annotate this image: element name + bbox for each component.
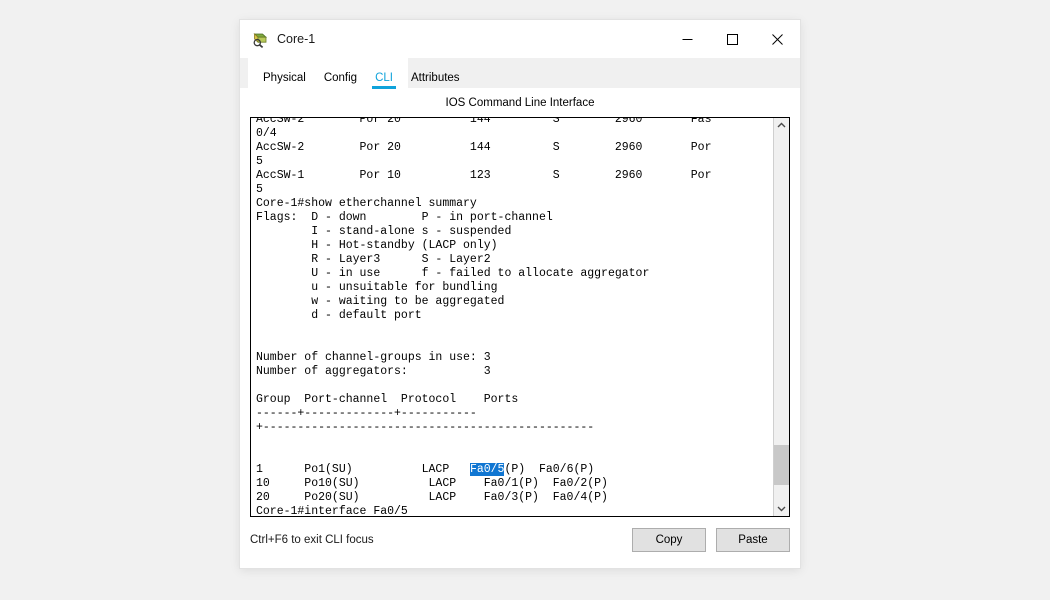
window-title: Core-1 [277, 32, 316, 46]
cli-terminal-panel: AccSW-2 Por 20 144 S 2960 Fas 0/4 AccSW-2 … [250, 117, 790, 517]
window-controls [665, 20, 800, 58]
tab-config[interactable]: Config [315, 72, 366, 89]
terminal-line: AccSW-2 Por 20 144 S 2960 Por [256, 141, 712, 154]
terminal-line: AccSW-1 Por 10 123 S 2960 Por [256, 169, 712, 182]
terminal-line: u - unsuitable for bundling [256, 281, 498, 294]
terminal-line: +---------------------------------------… [256, 421, 595, 434]
terminal-line: Number of channel-groups in use: 3 [256, 351, 491, 364]
terminal-scrollbar[interactable] [773, 118, 789, 516]
scrollbar-thumb[interactable] [774, 445, 789, 485]
terminal-line: 20 Po20(SU) LACP Fa0/3(P) Fa0/4(P) [256, 491, 608, 504]
copy-button[interactable]: Copy [632, 528, 706, 552]
cli-footer: Ctrl+F6 to exit CLI focus Copy Paste [250, 517, 790, 565]
terminal-line: ------+-------------+----------- [256, 407, 477, 420]
terminal-line: Flags: D - down P - in port-channel [256, 211, 553, 224]
scroll-up-icon[interactable] [774, 118, 789, 133]
minimize-button[interactable] [665, 20, 710, 58]
terminal-line: w - waiting to be aggregated [256, 295, 505, 308]
tab-attributes[interactable]: Attributes [402, 72, 469, 89]
selected-text[interactable]: Fa0/5 [469, 463, 505, 476]
tab-physical[interactable]: Physical [254, 72, 315, 89]
scroll-down-icon[interactable] [774, 501, 789, 516]
tab-cli[interactable]: CLI [366, 72, 402, 89]
window-title-group: Core-1 [240, 31, 315, 48]
terminal-line: Number of aggregators: 3 [256, 365, 491, 378]
terminal-line: I - stand-alone s - suspended [256, 225, 512, 238]
terminal-line: 1 Po1(SU) LACP Fa0/5(P) Fa0/6(P) [256, 463, 595, 476]
paste-button[interactable]: Paste [716, 528, 790, 552]
terminal-line: 5 [256, 183, 263, 196]
tab-strip-background: Physical Config CLI Attributes [240, 58, 800, 89]
scrollbar-track[interactable] [774, 133, 789, 501]
maximize-button[interactable] [710, 20, 755, 58]
terminal-line: AccSW-2 Por 20 144 S 2960 Fas [256, 118, 712, 126]
window-title-bar: Core-1 [240, 20, 800, 58]
switch-device-icon [252, 31, 269, 48]
terminal-line: U - in use f - failed to allocate aggreg… [256, 267, 650, 280]
terminal-line: 10 Po10(SU) LACP Fa0/1(P) Fa0/2(P) [256, 477, 608, 490]
terminal-line: d - default port [256, 309, 422, 322]
cli-terminal-output[interactable]: AccSW-2 Por 20 144 S 2960 Fas 0/4 AccSW-2 … [251, 118, 773, 516]
terminal-line: Core-1#interface Fa0/5 [256, 505, 408, 516]
device-config-window: Core-1 Physical Config CLI Attributes IO… [240, 20, 800, 568]
terminal-line: Core-1#show etherchannel summary [256, 197, 477, 210]
terminal-line: H - Hot-standby (LACP only) [256, 239, 498, 252]
tab-strip: Physical Config CLI Attributes [248, 58, 460, 89]
cli-terminal-lines: AccSW-2 Por 20 144 S 2960 Fas 0/4 AccSW-2 … [256, 118, 711, 516]
terminal-line: 5 [256, 155, 263, 168]
terminal-line: 0/4 [256, 127, 277, 140]
cli-heading: IOS Command Line Interface [445, 97, 595, 109]
terminal-line: R - Layer3 S - Layer2 [256, 253, 491, 266]
cli-focus-hint: Ctrl+F6 to exit CLI focus [250, 534, 374, 546]
close-button[interactable] [755, 20, 800, 58]
window-body: IOS Command Line Interface AccSW-2 Por 2… [240, 88, 800, 568]
terminal-line: Group Port-channel Protocol Ports [256, 393, 519, 406]
